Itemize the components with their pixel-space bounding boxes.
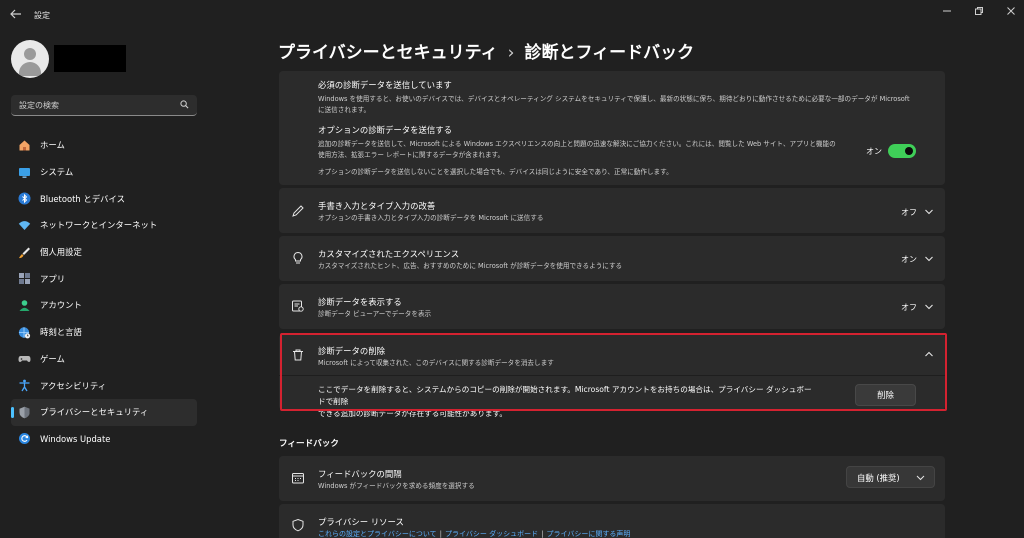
- bluetooth-icon: [17, 192, 31, 206]
- sidebar-item-home[interactable]: ホーム: [11, 132, 197, 159]
- tailored-title: カスタマイズされたエクスペリエンス: [318, 249, 460, 259]
- sidebar-item-gaming[interactable]: ゲーム: [11, 346, 197, 373]
- sidebar-item-personalization[interactable]: 個人用設定: [11, 239, 197, 266]
- required-data-desc-2: に送信されます。: [318, 105, 371, 114]
- app-title: 設定: [34, 11, 50, 20]
- required-data-title: 必須の診断データを送信しています: [318, 80, 452, 90]
- profile-name-redacted: [54, 45, 126, 72]
- optional-data-title: オプションの診断データを送信する: [318, 125, 452, 135]
- apps-icon: [17, 272, 31, 286]
- chevron-down-icon[interactable]: [924, 208, 934, 216]
- chevron-down-icon[interactable]: [924, 303, 934, 311]
- title-bar: 設定: [0, 0, 1024, 30]
- highlight-frame: [280, 333, 947, 411]
- tailored-experiences-row[interactable]: カスタマイズされたエクスペリエンス カスタマイズされたヒント、広告、おすすめのた…: [279, 236, 945, 281]
- view-data-title: 診断データを表示する: [318, 297, 402, 307]
- view-data-state: オフ: [901, 303, 917, 312]
- sidebar-item-privacy-security[interactable]: プライバシーとセキュリティ: [11, 398, 197, 426]
- restore-icon[interactable]: [972, 6, 986, 18]
- pen-icon: [292, 205, 304, 217]
- calendar-icon: [292, 473, 304, 484]
- optional-data-desc-1: 追加の診断データを送信して、Microsoft による Windows エクスペ…: [318, 140, 836, 148]
- monitor-icon: [17, 165, 31, 179]
- sidebar-item-accounts[interactable]: アカウント: [11, 292, 197, 319]
- privacy-resources-title: プライバシー リソース: [318, 517, 404, 527]
- sidebar-item-system[interactable]: システム: [11, 159, 197, 186]
- feedback-frequency-dropdown[interactable]: 自動 (推奨): [846, 466, 935, 488]
- back-arrow-icon[interactable]: [10, 9, 24, 21]
- breadcrumb-separator: ›: [507, 43, 515, 63]
- optional-data-desc-2: 使用方法、拡張エラー レポートに関するデータが含まれます。: [318, 150, 505, 159]
- handwriting-state: オフ: [901, 208, 917, 217]
- sidebar-item-windows-update[interactable]: Windows Update: [11, 426, 197, 453]
- view-data-desc: 診断データ ビューアーでデータを表示: [318, 310, 432, 318]
- privacy-link-about[interactable]: これらの設定とプライバシーについて: [318, 530, 437, 538]
- tailored-state: オン: [901, 255, 917, 264]
- search-input[interactable]: [19, 98, 169, 112]
- search-box[interactable]: [11, 95, 197, 116]
- shield-outline-icon: [292, 518, 304, 532]
- handwriting-desc: オプションの手書き入力とタイプ入力の診断データを Microsoft に送信する: [318, 214, 544, 222]
- sidebar-item-apps[interactable]: アプリ: [11, 265, 197, 292]
- chevron-down-icon[interactable]: [924, 255, 934, 263]
- avatar[interactable]: [11, 40, 49, 78]
- brush-icon: [17, 245, 31, 259]
- feedback-section-heading: フィードバック: [279, 439, 339, 449]
- shield-icon: [17, 405, 31, 419]
- page-title: 診断とフィードバック: [524, 43, 695, 63]
- feedback-frequency-title: フィードバックの間隔: [318, 469, 402, 479]
- handwriting-typing-row[interactable]: 手書き入力とタイプ入力の改善 オプションの手書き入力とタイプ入力の診断データを …: [279, 188, 945, 233]
- breadcrumb-parent[interactable]: プライバシーとセキュリティ: [278, 43, 498, 63]
- privacy-resources-links: これらの設定とプライバシーについて | プライバシー ダッシュボード | プライバシーに…: [318, 530, 631, 538]
- privacy-link-statement[interactable]: プライバシーに関する声明: [546, 530, 630, 538]
- handwriting-title: 手書き入力とタイプ入力の改善: [318, 201, 436, 211]
- optional-data-note: オプションの診断データを送信しないことを選択した場合でも、デバイスは同じように安…: [318, 168, 673, 176]
- required-data-desc-1: Windows を使用すると、お使いのデバイスでは、デバイスとオペレーティング …: [318, 95, 910, 103]
- sidebar-item-bluetooth[interactable]: Bluetooth とデバイス: [11, 185, 197, 212]
- document-view-icon: [292, 300, 304, 312]
- gamepad-icon: [17, 352, 31, 366]
- lightbulb-icon: [293, 251, 303, 264]
- optional-data-toggle[interactable]: [888, 144, 916, 158]
- optional-data-state: オン: [866, 147, 882, 156]
- close-icon[interactable]: [1004, 6, 1018, 18]
- diagnostic-data-card: 必須の診断データを送信しています Windows を使用すると、お使いのデバイス…: [279, 71, 945, 185]
- globe-clock-icon: [17, 325, 31, 339]
- minimize-icon[interactable]: [940, 6, 954, 18]
- feedback-frequency-desc: Windows がフィードバックを求める頻度を選択する: [318, 482, 475, 490]
- breadcrumb: プライバシーとセキュリティ › 診断とフィードバック: [278, 38, 694, 63]
- home-icon: [17, 138, 31, 152]
- sidebar-nav: ホーム システム Bluetooth とデバイス ネットワークとインターネット …: [11, 132, 197, 452]
- view-diagnostic-data-row[interactable]: 診断データを表示する 診断データ ビューアーでデータを表示: [279, 284, 945, 329]
- update-icon: [17, 432, 31, 446]
- sidebar-item-accessibility[interactable]: アクセシビリティ: [11, 372, 197, 399]
- feedback-frequency-value: 自動 (推奨): [857, 473, 900, 483]
- wifi-icon: [17, 218, 31, 232]
- tailored-desc: カスタマイズされたヒント、広告、おすすめのために Microsoft が診断デー…: [318, 262, 623, 270]
- accessibility-icon: [17, 379, 31, 393]
- privacy-link-dashboard[interactable]: プライバシー ダッシュボード: [445, 530, 538, 538]
- search-icon[interactable]: [180, 100, 189, 109]
- sidebar-item-network[interactable]: ネットワークとインターネット: [11, 212, 197, 239]
- person-icon: [17, 298, 31, 312]
- sidebar-item-time-language[interactable]: 時刻と言語: [11, 319, 197, 346]
- chevron-down-icon: [916, 475, 925, 481]
